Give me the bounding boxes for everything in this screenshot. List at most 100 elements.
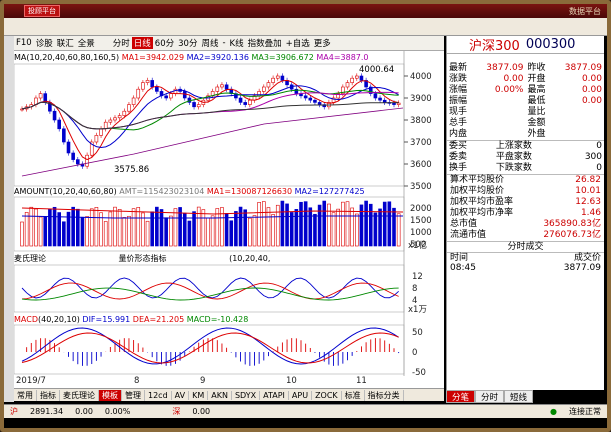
tab-indicator-class[interactable]: 指标分类 <box>365 389 404 401</box>
sh-pct: 0.00% <box>104 407 131 416</box>
volume-bar <box>252 215 257 247</box>
ma-line <box>21 85 399 149</box>
tab-tick[interactable]: 分笔 <box>446 390 476 403</box>
volume-bar <box>145 220 150 247</box>
tab-atapi[interactable]: ATAPI <box>260 390 289 400</box>
volume-bar <box>392 207 396 247</box>
volume-bar <box>85 216 89 247</box>
stat-row: 总市值 365890.83亿 <box>450 219 601 229</box>
tab-timeshare[interactable]: 分时 <box>475 390 505 403</box>
volume-bar <box>48 208 52 247</box>
volume-bar <box>289 212 294 247</box>
breadth-row: 委买 上涨家数 0 <box>449 141 602 151</box>
index-code: 000300 <box>525 37 576 52</box>
candle <box>113 117 117 121</box>
date-label: 8 <box>134 376 140 386</box>
date-label: 11 <box>356 376 367 386</box>
trend-line <box>21 107 404 177</box>
amount-tick-label: 2000 <box>410 204 432 214</box>
breadth-table: 委买 上涨家数 0 委卖 平盘家数 300 换手 下跌家数 0 <box>447 140 604 174</box>
tab-template[interactable]: 模板 <box>99 389 122 401</box>
candle <box>275 75 280 79</box>
volume-bar <box>155 206 159 247</box>
candle <box>308 97 313 101</box>
volume-bar <box>196 206 201 247</box>
tab-mai[interactable]: 麦氏理论 <box>60 389 99 401</box>
quote-row: 总手 金额 <box>449 118 546 128</box>
sub-toolbar <box>4 18 607 36</box>
tab-common[interactable]: 常用 <box>14 389 37 401</box>
volume-bar <box>206 217 210 247</box>
volume-bar <box>387 201 392 247</box>
candle <box>145 80 150 83</box>
tab-akn[interactable]: AKN <box>208 390 232 400</box>
kline-chart[interactable]: 400039003800370036003500200015001000500x… <box>14 36 444 390</box>
volume-bar <box>322 200 327 247</box>
volume-bar <box>62 221 66 247</box>
breadth-row: 委卖 平盘家数 300 <box>449 152 602 162</box>
candle <box>345 82 350 88</box>
mid-tick-label: 12 <box>412 272 423 282</box>
amount-unit: x1亿 <box>408 240 427 251</box>
volume-bar <box>262 201 266 247</box>
candle <box>266 82 271 88</box>
candle <box>317 102 322 105</box>
panel-frame <box>14 324 405 375</box>
volume-bar <box>43 216 48 247</box>
candle <box>248 99 252 105</box>
volume-bar <box>248 217 252 247</box>
volume-bar <box>354 213 359 247</box>
volume-bar <box>94 207 99 247</box>
volume-bar <box>396 213 401 247</box>
platform-logo[interactable]: 投顾平台 <box>24 5 60 17</box>
data-platform-link[interactable]: 数据平台 <box>569 6 601 17</box>
tab-12cd[interactable]: 12cd <box>145 390 172 400</box>
volume-bar <box>201 209 206 247</box>
tab-shortline[interactable]: 短线 <box>504 390 534 403</box>
tab-apu[interactable]: APU <box>289 390 313 400</box>
volume-bar <box>294 209 299 247</box>
tab-km[interactable]: KM <box>189 390 209 400</box>
mid-unit: x1万 <box>408 305 427 315</box>
volume-bar <box>229 220 234 247</box>
candle <box>141 82 145 90</box>
trade-header: 时间 成交价 <box>447 252 604 263</box>
tab-zock[interactable]: ZOCK <box>312 390 342 400</box>
candle <box>66 141 71 154</box>
price-tick-label: 3800 <box>410 116 432 126</box>
volume-bar <box>364 200 368 247</box>
candle <box>354 75 359 79</box>
candle <box>215 86 220 92</box>
volume-bar <box>299 201 303 247</box>
volume-bar <box>327 203 331 247</box>
dif-line <box>21 327 399 365</box>
candle <box>136 88 141 99</box>
sh-value: 2891.34 <box>30 407 64 416</box>
volume-bar <box>113 206 117 247</box>
tab-sdyx[interactable]: SDYX <box>232 390 261 400</box>
volume-bar <box>234 211 238 247</box>
price-tick-label: 4000 <box>410 72 432 82</box>
tab-standard[interactable]: 标准 <box>342 389 365 401</box>
volume-bar <box>24 212 29 247</box>
volume-bar <box>187 220 192 247</box>
panel-frame <box>14 264 405 313</box>
candle <box>57 119 62 130</box>
tab-indicator[interactable]: 指标 <box>37 389 60 401</box>
candle <box>122 110 127 116</box>
candle <box>392 102 396 105</box>
tab-av[interactable]: AV <box>172 390 190 400</box>
candle <box>52 110 57 121</box>
quote-table: 最新 3877.09 昨收 3877.09 涨跌 0.00 开盘 0.00 涨幅 0.00% 最高 0… <box>447 63 604 140</box>
price-tick-label: 3900 <box>410 94 432 104</box>
candle <box>169 93 173 99</box>
candle <box>85 154 89 167</box>
volume-bar <box>368 203 373 247</box>
volume-bar <box>192 211 196 247</box>
tab-manage[interactable]: 管理 <box>122 389 145 401</box>
candle <box>271 77 275 83</box>
date-label: 9 <box>200 376 206 386</box>
volume-bar <box>52 206 57 247</box>
volume-bar <box>108 211 113 247</box>
candle <box>38 93 43 99</box>
